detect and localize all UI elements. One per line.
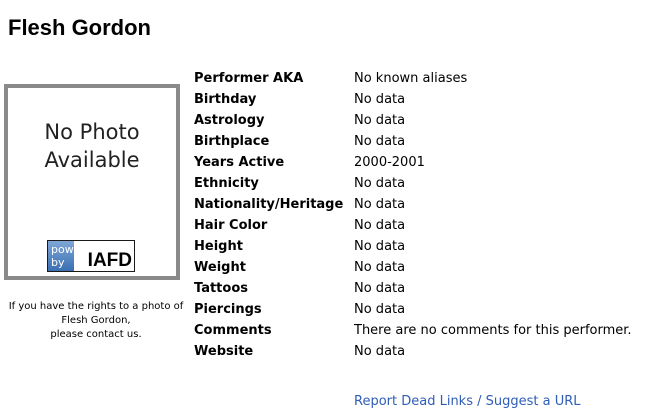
detail-row-tattoos: Tattoos No data [194,278,632,299]
detail-row-astrology: Astrology No data [194,110,632,131]
detail-value: There are no comments for this performer… [354,323,632,338]
detail-label: Nationality/Heritage [194,197,344,212]
detail-value: No data [354,302,406,317]
detail-label: Weight [194,260,246,275]
detail-label: Birthplace [194,134,270,149]
detail-value: No data [354,197,406,212]
detail-value: No data [354,260,406,275]
detail-label: Tattoos [194,281,248,296]
detail-label: Height [194,239,243,254]
photo-rights-note: If you have the rights to a photo of Fle… [0,300,192,342]
performer-details-table: Performer AKA No known aliases Birthday … [194,68,632,362]
page-title: Flesh Gordon [8,15,151,40]
detail-row-comments: Comments There are no comments for this … [194,320,632,341]
detail-label: Birthday [194,92,257,107]
detail-value: No data [354,218,406,233]
detail-label: Comments [194,323,272,338]
detail-label: Ethnicity [194,176,259,191]
no-photo-text: No Photo Available [8,118,176,174]
detail-row-birthday: Birthday No data [194,89,632,110]
detail-label: Hair Color [194,218,268,233]
rights-note-line-3: please contact us. [50,329,142,340]
detail-row-nationality: Nationality/Heritage No data [194,194,632,215]
detail-value: No known aliases [354,71,468,86]
detail-row-website: Website No data [194,341,632,362]
performer-photo-placeholder: No Photo Available powered by IAFD [4,84,180,280]
no-photo-line-1: No Photo [44,120,140,144]
detail-value: No data [354,176,406,191]
detail-label: Piercings [194,302,262,317]
detail-row-aka: Performer AKA No known aliases [194,68,632,89]
detail-label: Astrology [194,113,265,128]
detail-label: Performer AKA [194,71,304,86]
detail-row-years-active: Years Active 2000-2001 [194,152,632,173]
detail-row-ethnicity: Ethnicity No data [194,173,632,194]
rights-note-line-2: Flesh Gordon, [61,315,131,326]
detail-value: No data [354,92,406,107]
no-photo-line-2: Available [44,148,140,172]
powered-by-iafd-logo: powered by IAFD [47,240,135,272]
rights-note-line-1: If you have the rights to a photo of [8,301,184,312]
detail-row-hair-color: Hair Color No data [194,215,632,236]
detail-value: No data [354,281,406,296]
detail-value: No data [354,344,406,359]
detail-row-height: Height No data [194,236,632,257]
detail-value: No data [354,113,406,128]
detail-row-weight: Weight No data [194,257,632,278]
badge-brand-text: IAFD [74,241,134,271]
detail-value: No data [354,134,406,149]
report-dead-links-link[interactable]: Report Dead Links / Suggest a URL [354,393,581,411]
detail-value: 2000-2001 [354,155,425,170]
detail-label: Years Active [194,155,285,170]
detail-row-birthplace: Birthplace No data [194,131,632,152]
detail-value: No data [354,239,406,254]
detail-row-piercings: Piercings No data [194,299,632,320]
detail-label: Website [194,344,254,359]
